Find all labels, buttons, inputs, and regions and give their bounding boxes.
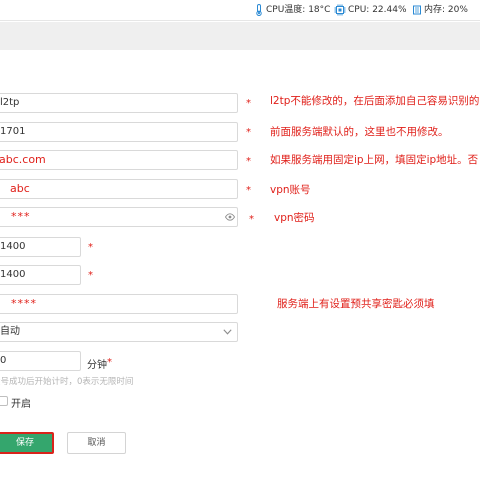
password-annotation: vpn密码: [274, 212, 315, 224]
username-required-mark: *: [246, 185, 251, 196]
cpu-icon: [334, 4, 346, 16]
mtu-input[interactable]: 1400: [0, 237, 81, 257]
username-annotation: vpn账号: [270, 184, 311, 196]
password-value: ***: [11, 210, 31, 223]
chevron-down-icon: [223, 329, 232, 335]
protocol-input[interactable]: l2tp: [0, 93, 238, 113]
enable-label: 开启: [11, 399, 31, 410]
header-band: [0, 22, 480, 50]
psk-value: ****: [11, 297, 37, 310]
mru-required-mark: *: [88, 270, 93, 281]
memory-icon: [413, 5, 421, 15]
cpu-usage-text: CPU: 22.44%: [348, 5, 407, 15]
server-required-mark: *: [246, 156, 251, 167]
server-annotation: 如果服务端用固定ip上网，填固定ip地址。否: [270, 154, 479, 166]
mru-input[interactable]: 1400: [0, 265, 81, 285]
psk-input[interactable]: ****: [0, 294, 238, 314]
username-value: abc: [10, 182, 30, 195]
mode-select[interactable]: 自动: [0, 322, 238, 342]
port-required-mark: *: [246, 127, 251, 138]
timeout-required-mark: *: [107, 357, 112, 368]
timeout-unit: 分钟: [87, 360, 107, 371]
protocol-required-mark: *: [246, 98, 251, 109]
timeout-hint: 拨号成功后开始计时，0表示无限时间: [0, 377, 134, 387]
thermometer-icon: [256, 4, 262, 16]
mtu-required-mark: *: [88, 242, 93, 253]
cancel-button[interactable]: 取消: [67, 432, 126, 454]
server-value: abc.com: [0, 153, 46, 166]
save-button[interactable]: 保存: [0, 432, 54, 454]
cpu-temp-text: CPU温度: 18°C: [266, 5, 331, 15]
mtu-value: 1400: [0, 241, 26, 252]
password-required-mark: *: [249, 214, 254, 225]
port-annotation: 前面服务端默认的，这里也不用修改。: [270, 126, 449, 138]
psk-annotation: 服务端上有设置预共享密匙必须填: [277, 298, 435, 310]
password-input[interactable]: ***: [0, 207, 238, 227]
eye-icon[interactable]: [225, 213, 235, 221]
mode-select-value: 自动: [0, 326, 20, 337]
protocol-value: l2tp: [0, 97, 20, 108]
timeout-value: 0: [0, 355, 7, 366]
status-bar: CPU温度: 18°C CPU: 22.44% 内存: 20%: [0, 0, 480, 21]
memory-text: 内存: 20%: [424, 5, 468, 15]
mru-value: 1400: [0, 269, 26, 280]
port-input[interactable]: 1701: [0, 122, 238, 142]
server-input[interactable]: abc.com: [0, 150, 238, 170]
enable-checkbox[interactable]: [0, 396, 8, 406]
timeout-input[interactable]: 0: [0, 351, 81, 371]
protocol-annotation: l2tp不能修改的，在后面添加自己容易识别的: [270, 95, 480, 107]
username-input[interactable]: abc: [0, 179, 238, 199]
port-value: 1701: [0, 126, 26, 137]
